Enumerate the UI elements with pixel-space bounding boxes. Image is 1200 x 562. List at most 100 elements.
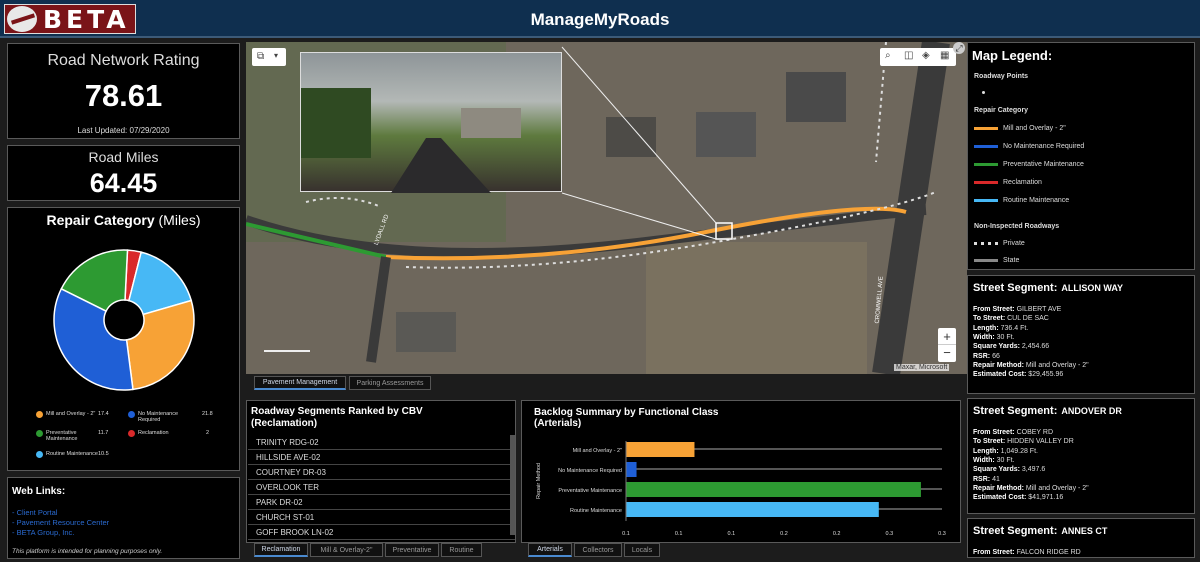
tab-backlog-2[interactable]: Locals [624,543,660,557]
street-view-photo[interactable] [300,52,562,193]
non-inspected-label: Non-Inspected Roadways [974,223,1060,230]
fullscreen-icon[interactable]: ⤢ [953,42,965,54]
map-legend-title: Map Legend: [972,48,1053,63]
tab-segment-1[interactable]: Mill & Overlay-2" [310,543,383,557]
legend-item: Reclamation [974,179,1042,186]
bar-track [626,468,942,470]
legend-swatch [974,181,998,184]
legend-item: Preventative Maintenance [974,161,1084,168]
legend-label: Routine Maintenance [46,451,98,457]
donut-legend-item: Preventative Maintenance [36,430,104,442]
y-axis-label: Repair Method [536,463,542,499]
table-row[interactable]: HILLSIDE AVE-02 [248,450,515,465]
bar[interactable] [626,442,695,457]
bar-category-label: Preventative Maintenance [558,488,622,494]
street-segment-field: RSR: 41 [973,475,1000,483]
legend-swatch [974,145,998,148]
web-links-title: Web Links: [12,486,66,497]
tab-backlog-0[interactable]: Arterials [528,543,572,557]
street-segment-field: To Street: CUL DE SAC [973,315,1049,323]
street-segment-field: Width: 30 Ft. [973,333,1015,341]
repair-category-label: Repair Category [974,107,1029,114]
donut-slice[interactable] [125,299,195,391]
legend-label: Preventative Maintenance [46,430,78,442]
legend-value: 11.7 [98,430,109,436]
table-row[interactable]: TRINITY RDG-02 [248,435,515,450]
road-network-rating-card: Road Network Rating 78.61 Last Updated: … [7,43,240,139]
backlog-bar-chart[interactable]: Mill and Overlay - 2" No Maintenance Requ… [522,433,962,543]
legend-swatch [974,127,998,130]
zoom-out-button[interactable]: − [938,345,956,362]
repair-category-donut[interactable] [8,230,241,410]
client-portal-link[interactable]: - Client Portal [12,508,57,517]
legend-label: No Maintenance Required [138,411,179,423]
legend-dot [128,430,135,437]
legend-swatch [974,199,998,202]
beta-group-link[interactable]: - BETA Group, Inc. [12,528,74,537]
street-segment-card[interactable]: Street Segment: ANDOVER DR From Street: CO… [967,398,1195,514]
donut-legend-item: No Maintenance Required [128,411,196,423]
table-row[interactable]: GOFF BROOK LN-02 [248,525,515,540]
table-row[interactable]: COURTNEY DR-03 [248,465,515,480]
zoom-in-button[interactable]: + [938,328,956,345]
map-legend-panel: Map Legend: Roadway Points Repair Catego… [967,42,1195,270]
legend-dot [36,411,43,418]
bar[interactable] [626,502,879,517]
street-segment-title: Street Segment: ANDOVER DR [973,405,1122,417]
x-tick-label: 0.3 [938,531,946,537]
legend-label: Preventative Maintenance [1003,161,1084,168]
table-row[interactable]: CHURCH ST-01 [248,510,515,525]
legend-item: Mill and Overlay - 2" [974,125,1066,132]
x-tick-label: 0.2 [833,531,841,537]
zoom-control: + − [938,328,956,362]
segments-scrollbar[interactable] [510,435,515,535]
donut-legend-item: Mill and Overlay - 2" [36,411,104,418]
miles-value: 64.45 [89,168,158,198]
street-segment-card[interactable]: Street Segment: ALLISON WAY From Street: G… [967,275,1195,394]
map-layer-toggle[interactable]: ⧉ ▾ [252,48,286,66]
basemap-icon[interactable]: ◈ [922,50,930,61]
street-segment-field: Estimated Cost: $41,971.16 [973,494,1064,502]
rating-updated: Last Updated: 07/29/2020 [77,126,170,135]
street-segment-field: From Street: GILBERT AVE [973,306,1062,313]
app-header: BETA ManageMyRoads [0,0,1200,38]
legend-label: Mill and Overlay - 2" [46,411,96,417]
x-tick-label: 0.3 [886,531,894,537]
app-title: ManageMyRoads [530,10,670,29]
map-toolbar: ⌕ ◫ ◈ ▦ [880,48,956,66]
street-segment-field: Square Yards: 3,497.6 [973,466,1046,474]
legend-dot [36,430,43,437]
street-segment-field: Length: 1,049.28 Ft. [973,447,1038,455]
donut-title: Repair Category (Miles) [46,212,201,228]
tab-backlog-1[interactable]: Collectors [574,543,622,557]
table-row[interactable]: OVERLOOK TER [248,480,515,495]
tab-segment-0[interactable]: Reclamation [254,543,308,557]
legend-state: State [974,257,1019,264]
planning-note: This platform is intended for planning p… [12,548,163,555]
search-icon[interactable]: ⌕ [885,50,891,61]
table-row[interactable]: PARK DR-02 [248,495,515,510]
street-segment-field: Estimated Cost: $29,455.96 [973,371,1064,379]
donut-legend-item: Routine Maintenance [36,451,104,458]
legend-label: Reclamation [1003,179,1042,186]
tab-segment-3[interactable]: Routine [441,543,482,557]
bar[interactable] [626,482,921,497]
tab-parking-assessments[interactable]: Parking Assessments [349,376,431,390]
map-view[interactable]: ⧉ ▾ ⌕ ◫ ◈ ▦ ⤢ + − Maxar, Microsoft LYDAL… [246,42,967,374]
street-segment-field: Repair Method: Mill and Overlay - 2" [973,484,1089,492]
bookmark-icon[interactable]: ◫ [904,50,913,61]
tab-pavement-management[interactable]: Pavement Management [254,376,346,390]
bar-category-label: Routine Maintenance [570,508,622,514]
tab-segment-2[interactable]: Preventative [385,543,439,557]
rating-value: 78.61 [84,78,163,113]
qr-code-icon[interactable]: ▦ [940,50,949,61]
pavement-resource-link[interactable]: - Pavement Resource Center [12,518,109,527]
donut-legend-item: Reclamation [128,430,196,437]
legend-item: No Maintenance Required [974,143,1084,150]
legend-label: No Maintenance Required [1003,143,1085,150]
bar[interactable] [626,462,637,477]
street-segment-card[interactable]: Street Segment: ANNES CT From Street: FALC… [967,518,1195,558]
street-segment-field: Repair Method: Mill and Overlay - 2" [973,361,1089,369]
legend-value: 2 [206,430,210,436]
street-segment-field: To Street: HIDDEN VALLEY DR [973,438,1074,446]
